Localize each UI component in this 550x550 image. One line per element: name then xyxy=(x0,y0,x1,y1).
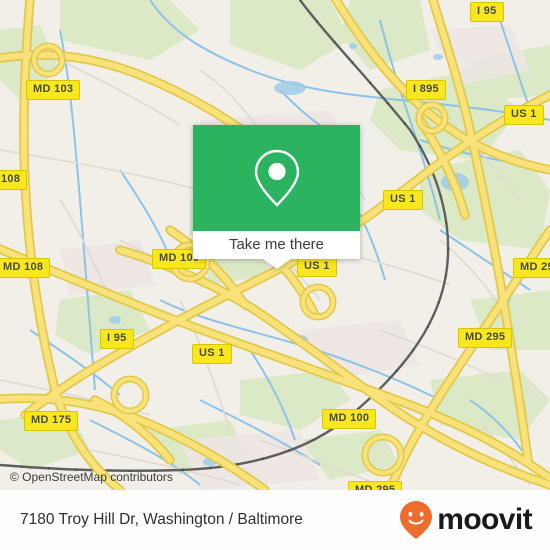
callout-icon-area xyxy=(193,125,360,231)
road-shield: US 1 xyxy=(192,344,232,364)
moovit-pin-logo-icon xyxy=(400,501,433,539)
moovit-logo[interactable]: moovit xyxy=(399,500,533,540)
callout-pointer xyxy=(262,259,291,269)
callout-action-bar[interactable]: Take me there xyxy=(193,231,360,259)
road-shield: 108 xyxy=(0,170,28,190)
road-shield: I 895 xyxy=(406,80,446,100)
moovit-map-screen: I 95 MD 103 I 895 US 1 108 US 1 MD 100 US 1 MD 1… xyxy=(0,0,550,550)
road-shield: MD 100 xyxy=(322,409,377,429)
road-shield: US 1 xyxy=(297,257,337,277)
road-shield: MD 295 xyxy=(513,258,550,278)
road-shield: US 1 xyxy=(383,190,423,210)
road-shield: I 95 xyxy=(100,329,134,349)
road-shield: MD 108 xyxy=(0,258,51,278)
map-canvas[interactable]: I 95 MD 103 I 895 US 1 108 US 1 MD 100 US 1 MD 1… xyxy=(0,0,550,490)
road-shield: US 1 xyxy=(504,105,544,125)
callout-label: Take me there xyxy=(228,236,325,253)
road-shield: MD 175 xyxy=(24,411,79,431)
road-shield: MD 295 xyxy=(348,481,403,490)
osm-attribution[interactable]: © OpenStreetMap contributors xyxy=(10,470,173,484)
footer-bar: 7180 Troy Hill Dr, Washington / Baltimor… xyxy=(0,490,550,550)
address-label: 7180 Troy Hill Dr, Washington / Baltimor… xyxy=(20,511,303,528)
moovit-wordmark: moovit xyxy=(437,503,532,536)
location-pin-icon xyxy=(254,149,299,207)
take-me-there-callout[interactable]: Take me there xyxy=(193,125,360,269)
road-shield: MD 295 xyxy=(458,328,513,348)
road-shield: MD 103 xyxy=(26,80,81,100)
road-shield: I 95 xyxy=(470,2,504,22)
